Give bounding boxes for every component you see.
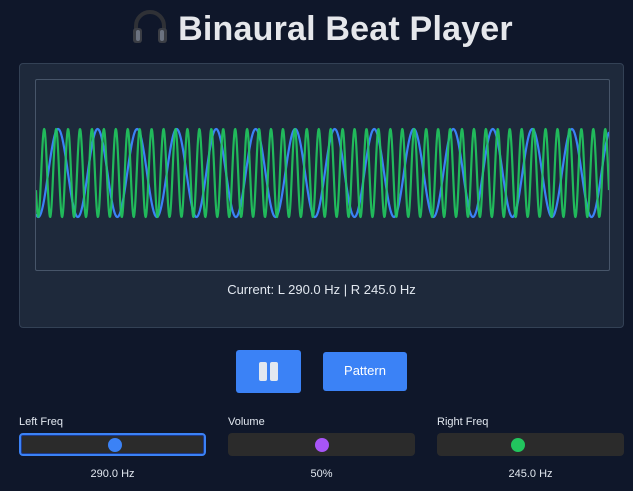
volume-value: 50% bbox=[310, 468, 333, 480]
left-freq-slider-thumb[interactable] bbox=[108, 437, 122, 452]
right-freq-value: 245.0 Hz bbox=[508, 468, 553, 480]
volume-slider-thumb[interactable] bbox=[315, 437, 329, 452]
left-freq-value: 290.0 Hz bbox=[90, 468, 135, 480]
volume-slider[interactable] bbox=[228, 433, 415, 456]
title-text: Binaural Beat Player bbox=[178, 10, 513, 48]
left-freq-label: Left Freq bbox=[19, 416, 64, 428]
pattern-button[interactable]: Pattern bbox=[323, 352, 407, 391]
waveform-canvas bbox=[35, 79, 610, 271]
right-freq-label: Right Freq bbox=[437, 416, 489, 428]
current-frequency-readout: Current: L 290.0 Hz | R 245.0 Hz bbox=[227, 282, 416, 297]
headphones-icon bbox=[130, 8, 170, 46]
page-title: Binaural Beat Player bbox=[0, 8, 633, 49]
pause-button[interactable] bbox=[236, 350, 301, 393]
right-freq-slider[interactable] bbox=[437, 433, 624, 456]
visualizer-panel: Current: L 290.0 Hz | R 245.0 Hz bbox=[19, 63, 624, 328]
volume-label: Volume bbox=[228, 416, 265, 428]
right-freq-slider-thumb[interactable] bbox=[511, 437, 525, 452]
left-freq-slider[interactable] bbox=[19, 433, 206, 456]
